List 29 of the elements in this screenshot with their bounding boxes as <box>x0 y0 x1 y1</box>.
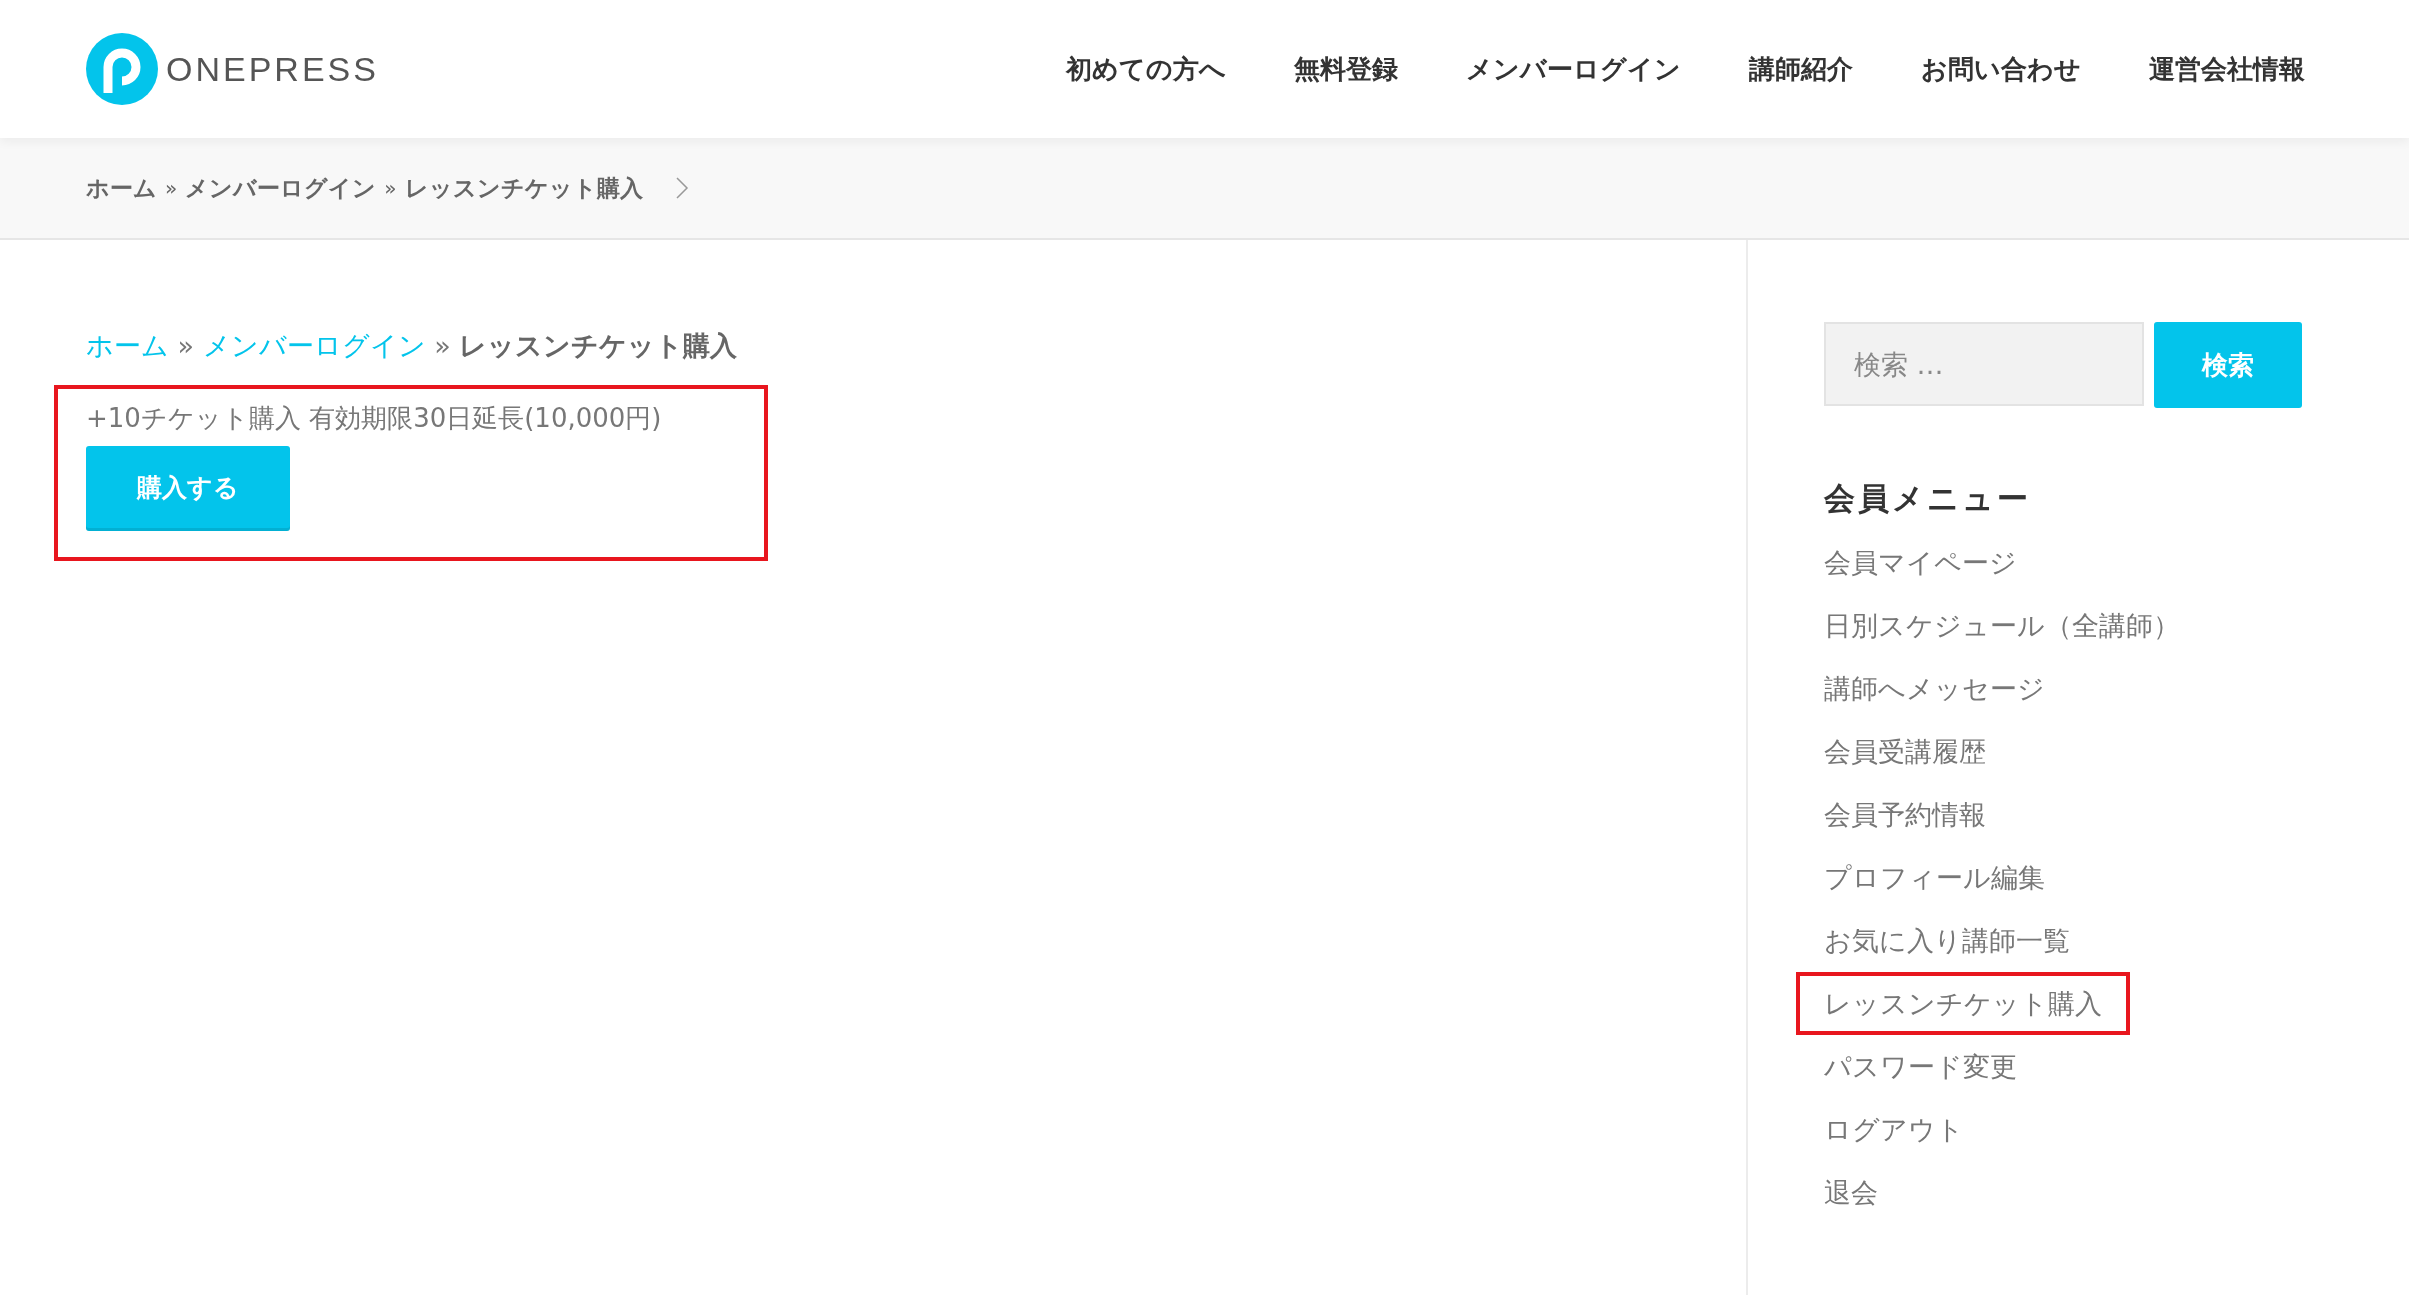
nav-link[interactable]: 無料登録 <box>1294 49 1398 89</box>
menu-link[interactable]: プロフィール編集 <box>1796 846 2073 910</box>
menu-link[interactable]: 会員受講履歴 <box>1796 720 2014 784</box>
menu-link[interactable]: 講師へメッセージ <box>1796 657 2073 721</box>
nav-link[interactable]: お問い合わせ <box>1921 49 2081 89</box>
breadcrumb-separator: » <box>384 175 397 202</box>
search-field[interactable]: 検索 … <box>1824 322 2144 406</box>
product-description: +10チケット購入 有効期限30日延長(10,000円) <box>86 401 663 435</box>
nav-link[interactable]: 講師紹介 <box>1749 49 1853 89</box>
menu-title: 会員メニュー <box>1824 480 2032 518</box>
menu-link[interactable]: レッスンチケット購入 <box>1796 972 2130 1036</box>
breadcrumb-item[interactable]: ホーム <box>86 170 157 206</box>
logo-text[interactable]: ONEPRESS <box>166 43 379 95</box>
breadcrumb-separator: » <box>165 175 178 202</box>
nav-link[interactable]: メンバーログイン <box>1466 49 1681 89</box>
menu-link[interactable]: パスワード変更 <box>1796 1035 2045 1099</box>
breadcrumb-item[interactable]: メンバーログイン <box>185 170 377 206</box>
menu-link[interactable]: お気に入り講師一覧 <box>1796 909 2098 973</box>
breadcrumb-item: レッスンチケット購入 <box>404 173 643 203</box>
menu-link[interactable]: 会員マイページ <box>1796 531 2045 595</box>
chevron-right-icon <box>674 176 689 200</box>
nav-link[interactable]: 運営会社情報 <box>2149 49 2305 89</box>
menu-link[interactable]: ログアウト <box>1796 1098 1992 1162</box>
nav-link[interactable]: 初めての方へ <box>1066 49 1226 89</box>
menu-link[interactable]: 会員予約情報 <box>1796 783 2014 847</box>
menu-link[interactable]: 退会 <box>1796 1161 1906 1225</box>
breadcrumb: ホーム » メンバーログイン » レッスンチケット購入 <box>86 329 739 363</box>
menu-link[interactable]: 日別スケジュール（全講師） <box>1796 594 2208 658</box>
logo-icon <box>86 33 158 105</box>
